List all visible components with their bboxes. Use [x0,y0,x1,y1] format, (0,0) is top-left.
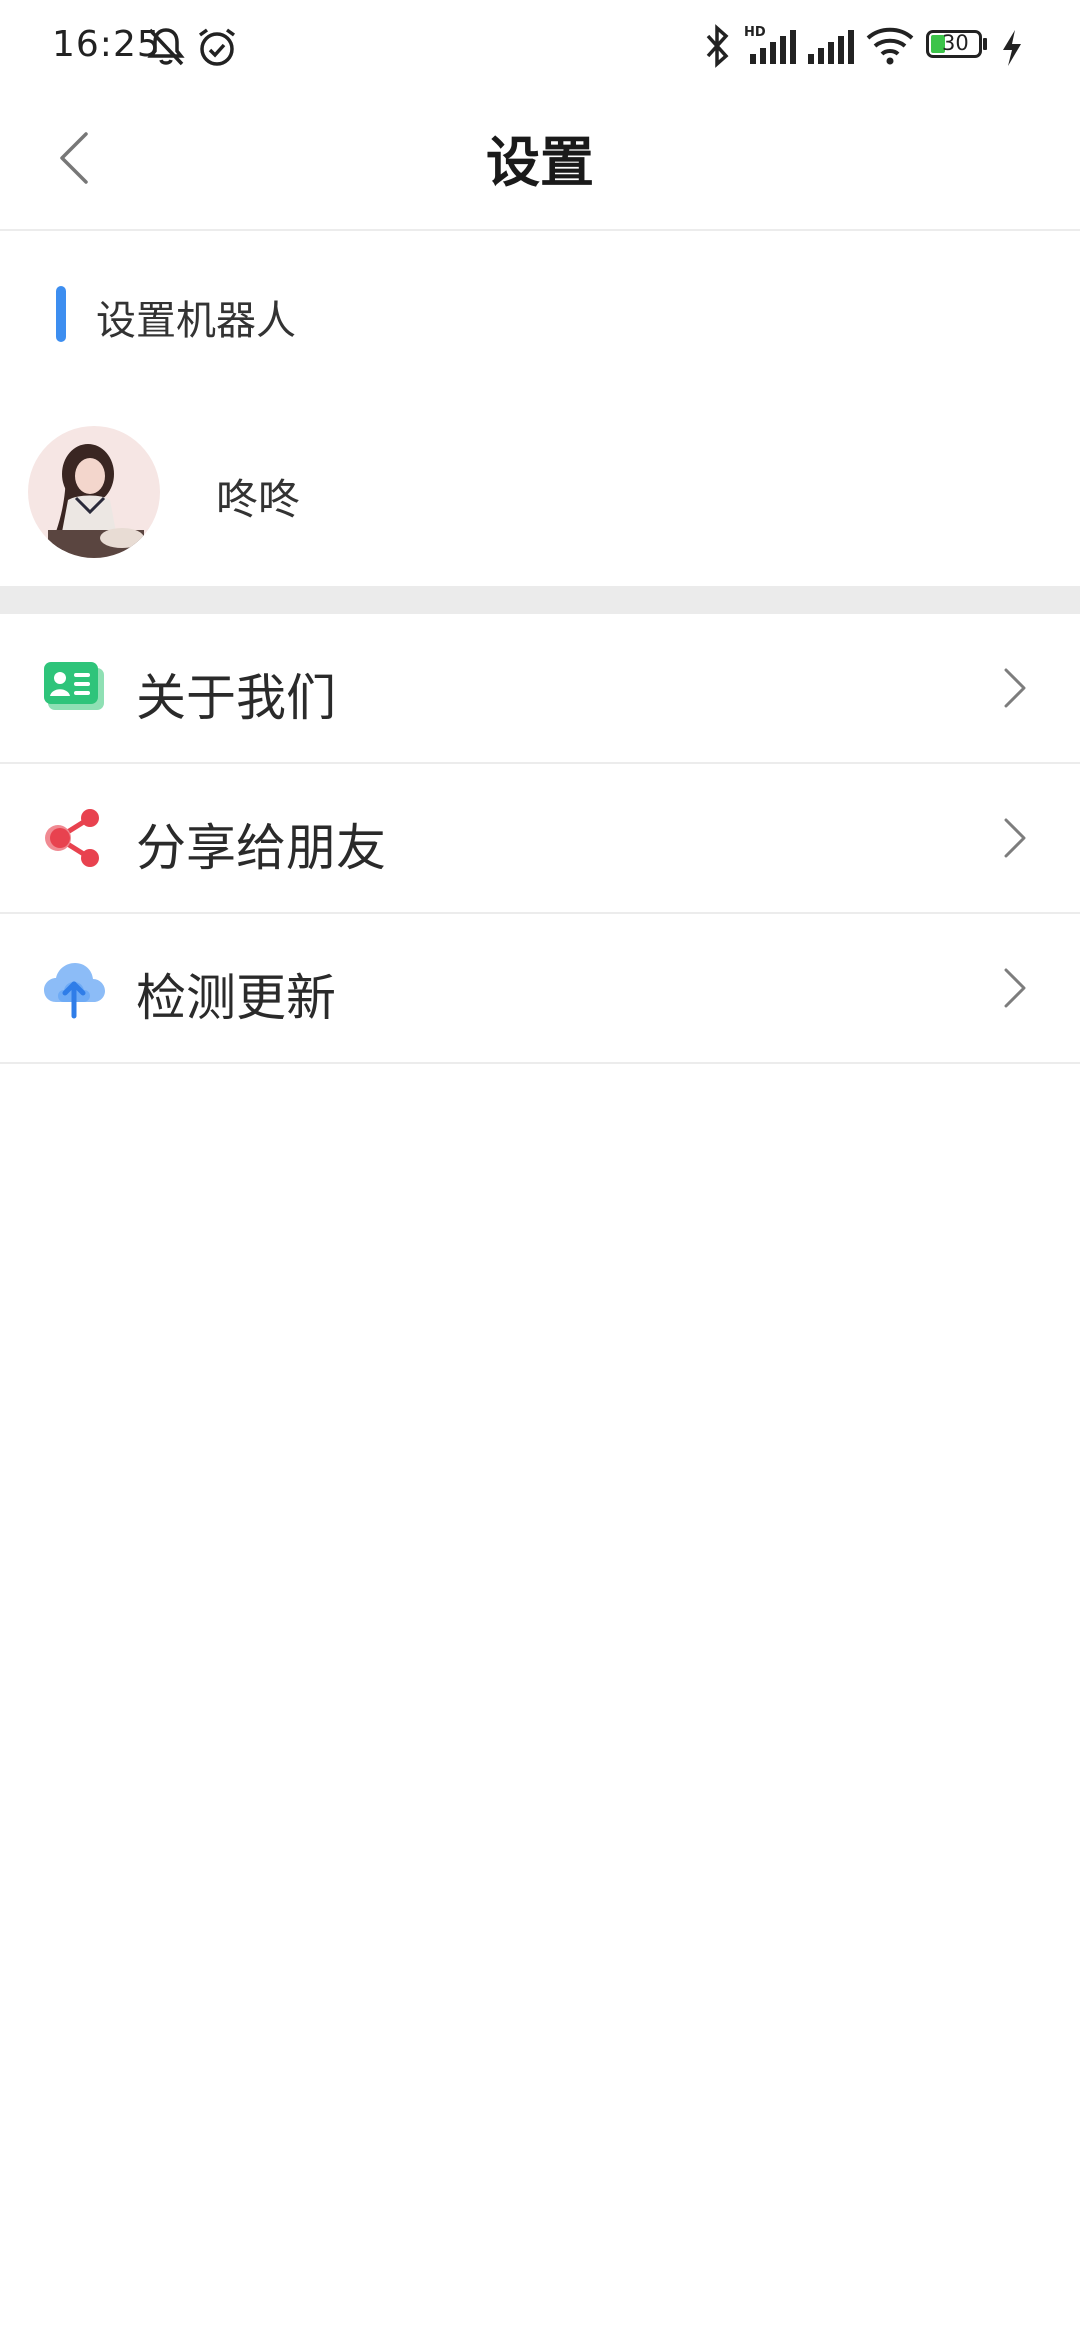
wifi-icon [866,27,914,65]
section-title: 设置机器人 [96,298,296,344]
avatar [28,426,160,558]
app-header: 设置 [0,96,1080,231]
battery-level: 30 [942,31,969,55]
menu-item-share[interactable]: 分享给朋友 [0,764,1080,914]
chevron-right-icon [1004,968,1026,1008]
section-accent-bar [56,286,66,342]
status-bar: 16:25 HD 30 [0,0,1080,96]
cloud-upload-icon [44,963,105,1019]
battery-icon: 30 [926,30,988,62]
menu-item-check-update[interactable]: 检测更新 [0,914,1080,1064]
menu-item-label: 检测更新 [136,969,336,1027]
status-time: 16:25 [52,24,161,65]
signal-icon [808,30,854,64]
contact-card-icon [44,662,104,710]
bluetooth-icon [706,24,729,68]
robot-name: 咚咚 [216,475,301,524]
menu-item-label: 分享给朋友 [136,819,386,877]
mute-bell-icon [147,28,185,66]
signal-hd-icon: HD [744,25,796,64]
settings-menu: 关于我们 分享给朋友 检测更新 [0,614,1080,1064]
alarm-icon [198,28,236,66]
share-icon [45,809,99,867]
chevron-right-icon [1004,668,1026,708]
robot-row[interactable]: 咚咚 [0,410,1080,588]
svg-text:HD: HD [744,25,766,40]
chevron-right-icon [1004,818,1026,858]
charging-icon [1003,30,1021,66]
section-divider [0,586,1080,614]
page-title: 设置 [486,131,594,194]
menu-item-label: 关于我们 [136,669,336,727]
menu-item-about-us[interactable]: 关于我们 [0,614,1080,764]
